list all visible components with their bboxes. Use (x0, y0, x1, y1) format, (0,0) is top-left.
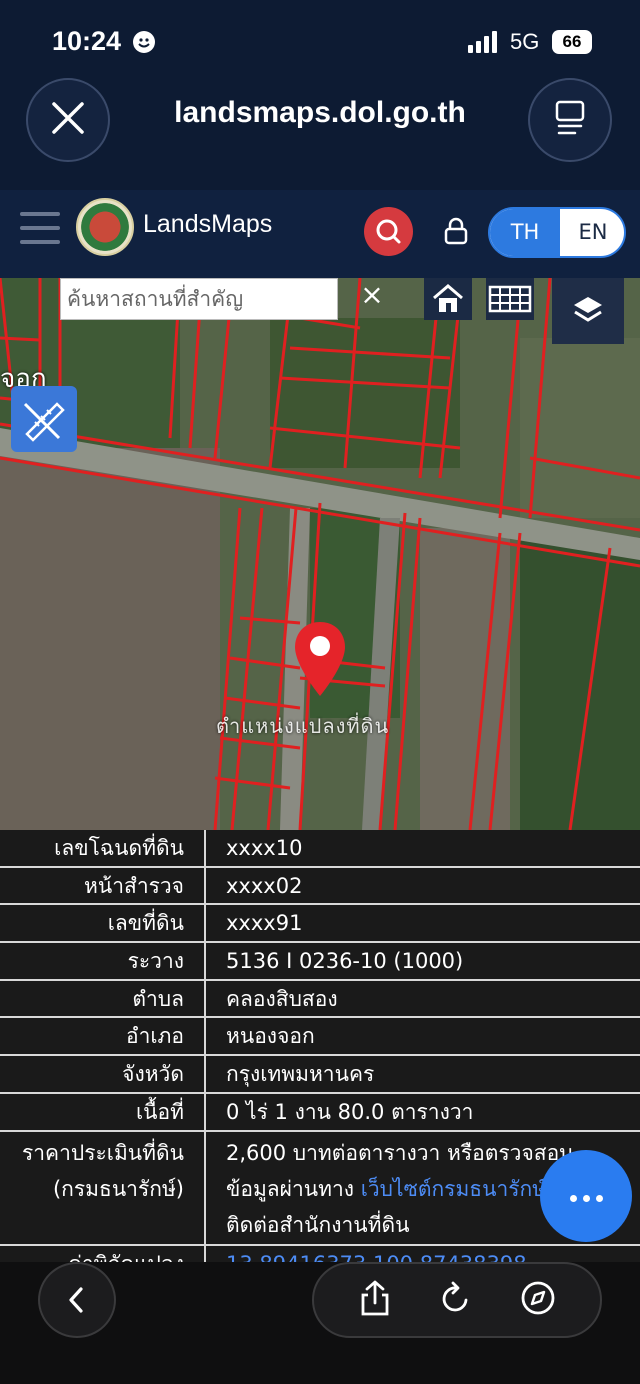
price-label: ราคาประเมินที่ดิน (21, 1140, 184, 1165)
hamburger-menu-icon[interactable] (20, 212, 60, 254)
row-label: ค่าพิกัดแปลง (0, 1245, 206, 1262)
table-row: หน้าสำรวจ xxxx02 (0, 867, 640, 906)
table-row: จังหวัด กรุงเทพมหานคร (0, 1056, 640, 1094)
table-row: อำเภอ หนองจอก (0, 1018, 640, 1057)
ruler-pencil-icon (23, 402, 65, 442)
page-settings-icon (554, 100, 586, 140)
site-header: LandsMaps TH EN (0, 190, 640, 278)
treasury-website-link[interactable]: เว็บไซต์กรมธนารักษ์ (361, 1177, 546, 1201)
table-row: เลขที่ดิน xxxx91 (0, 905, 640, 944)
network-type: 5G (510, 29, 540, 54)
measure-tool-button[interactable] (11, 386, 77, 452)
row-value: 5136 I 0236-10 (1000) (226, 949, 464, 974)
reload-button[interactable] (439, 1280, 473, 1320)
grid-icon (488, 285, 532, 313)
more-dots-icon (567, 1187, 606, 1206)
row-label: เลขโฉนดที่ดิน (0, 830, 206, 866)
row-value: xxxx10 (226, 836, 303, 860)
page-menu-button[interactable] (528, 78, 612, 162)
more-options-button[interactable] (540, 1150, 632, 1242)
row-label: เลขที่ดิน (0, 905, 206, 942)
brand-name: LandsMaps (143, 210, 273, 238)
row-label: ตำบล (0, 980, 206, 1017)
browser-actions-group (312, 1262, 602, 1338)
url-text[interactable]: landsmaps.dol.go.th (130, 96, 510, 130)
close-tab-button[interactable] (26, 78, 110, 162)
close-icon (50, 100, 86, 140)
row-label: ระวาง (0, 943, 206, 979)
layers-button[interactable] (552, 278, 624, 344)
signal-icon (468, 31, 502, 53)
clear-search-button[interactable]: × (352, 278, 392, 311)
layers-icon (574, 297, 602, 322)
row-label: จังหวัด (0, 1056, 206, 1092)
chevron-left-icon (69, 1287, 83, 1313)
row-value: xxxx02 (226, 873, 303, 898)
row-value: 0 ไร่ 1 งาน 80.0 ตารางวา (226, 1099, 474, 1124)
share-button[interactable] (358, 1279, 392, 1321)
table-row: ระวาง 5136 I 0236-10 (1000) (0, 943, 640, 981)
browser-toolbar (0, 1262, 640, 1384)
share-icon (361, 1280, 389, 1316)
language-toggle[interactable]: TH EN (488, 207, 626, 258)
status-bar: 10:24 5G 66 (0, 0, 640, 80)
lock-icon[interactable] (443, 216, 469, 246)
status-time: 10:24 (52, 26, 122, 56)
satellite-map-image (0, 278, 640, 830)
price-note-text: ข้อมูลผ่านทาง (226, 1176, 361, 1201)
row-label: อำเภอ (0, 1018, 206, 1055)
home-button[interactable] (424, 278, 472, 320)
location-pin-icon[interactable] (292, 620, 348, 700)
row-label: หน้าสำรวจ (0, 867, 206, 904)
table-row: ค่าพิกัดแปลง13.89416373,100.87438398 (0, 1245, 640, 1263)
place-search-input[interactable]: ค้นหาสถานที่สำคัญ (60, 278, 338, 320)
search-button[interactable] (364, 207, 413, 256)
department-logo (76, 198, 134, 256)
home-icon (433, 284, 463, 312)
coordinate-link[interactable]: 13.89416373,100.87438398 (206, 1246, 640, 1263)
lang-en-option[interactable]: EN (560, 209, 624, 256)
compass-button[interactable] (520, 1280, 556, 1320)
smiley-icon (133, 31, 155, 53)
reload-icon (442, 1281, 468, 1312)
row-value: xxxx91 (226, 911, 303, 936)
back-button[interactable] (38, 1262, 116, 1338)
battery-indicator: 66 (552, 30, 592, 54)
lang-th-option[interactable]: TH (490, 209, 560, 256)
compass-icon (521, 1281, 555, 1315)
table-row: ตำบล คลองสิบสอง (0, 980, 640, 1019)
map-view[interactable]: ค้นหาสถานที่สำคัญ × จอก ตำแหน่งแปลงที่ดิ… (0, 278, 640, 830)
row-label: เนื้อที่ (0, 1093, 206, 1130)
row-value: คลองสิบสอง (226, 986, 338, 1011)
table-row: เลขโฉนดที่ดิน xxxx10 (0, 830, 640, 868)
row-value: กรุงเทพมหานคร (226, 1062, 375, 1087)
price-label-source: (กรมธนารักษ์) (52, 1176, 184, 1201)
table-row: เนื้อที่ 0 ไร่ 1 งาน 80.0 ตารางวา (0, 1093, 640, 1132)
search-icon (376, 219, 401, 244)
parcel-map-caption: ตำแหน่งแปลงที่ดิน (216, 714, 390, 738)
row-value: หนองจอก (226, 1024, 315, 1049)
grid-toggle-button[interactable] (486, 278, 534, 320)
